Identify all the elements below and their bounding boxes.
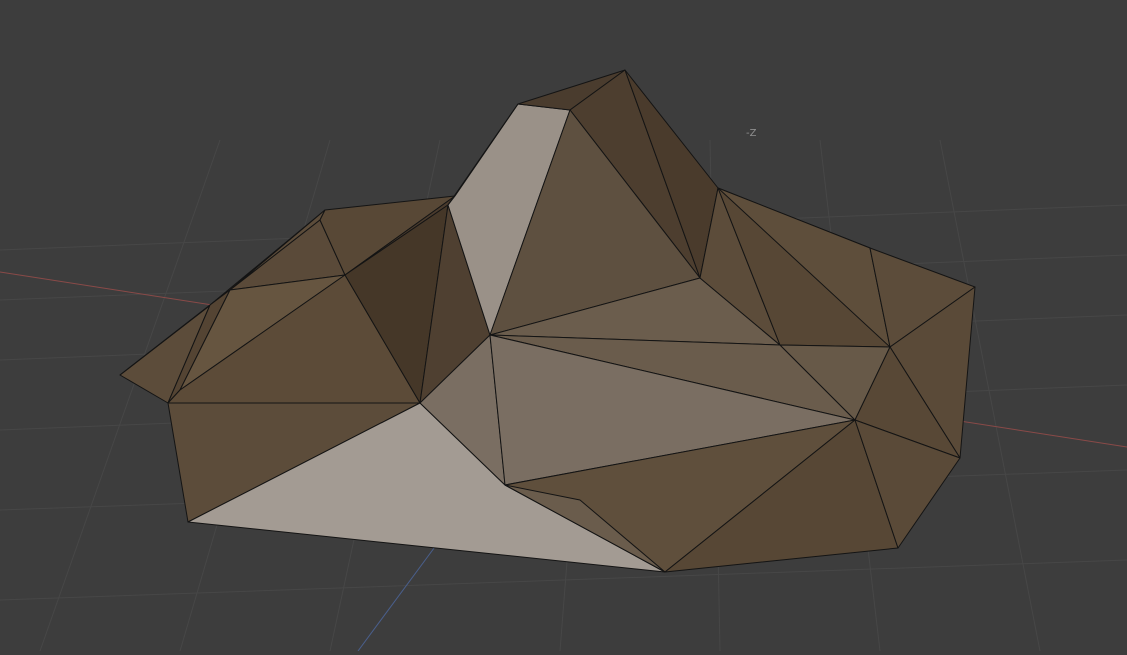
y-axis-line [357, 539, 441, 652]
low-poly-mountain-mesh[interactable] [119, 69, 976, 573]
3d-viewport[interactable]: -Z [0, 0, 1127, 652]
z-axis-label: -Z [746, 128, 757, 139]
viewport-canvas[interactable] [0, 0, 1127, 652]
